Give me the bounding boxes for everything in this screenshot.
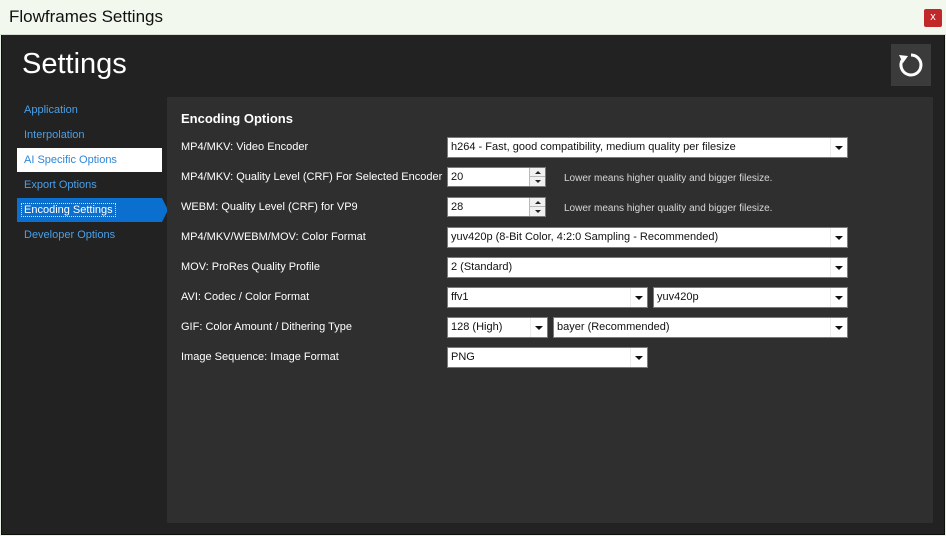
- avi-color-format-select[interactable]: yuv420p: [653, 287, 848, 308]
- color-format-select[interactable]: yuv420p (8-Bit Color, 4:2:0 Sampling - R…: [447, 227, 848, 248]
- video-encoder-label: MP4/MKV: Video Encoder: [181, 141, 309, 153]
- title-bar: Flowframes Settings x: [0, 0, 946, 35]
- gif-color-amount-select[interactable]: 128 (High): [447, 317, 548, 338]
- crf-value: 20: [451, 171, 464, 183]
- chevron-down-icon: [830, 138, 847, 157]
- stepper-down-icon[interactable]: [530, 177, 545, 186]
- avi-codec-select[interactable]: ffv1: [447, 287, 648, 308]
- chevron-down-icon: [630, 348, 647, 367]
- sidebar-item-export-options[interactable]: Export Options: [17, 173, 162, 197]
- crf-stepper[interactable]: 20: [447, 167, 546, 187]
- prores-profile-label: MOV: ProRes Quality Profile: [181, 261, 320, 273]
- image-format-select[interactable]: PNG: [447, 347, 648, 368]
- encoding-options-panel: Encoding Options MP4/MKV: Video Encoder …: [167, 97, 933, 523]
- sidebar-item-label: Developer Options: [24, 229, 116, 241]
- sidebar-item-developer-options[interactable]: Developer Options: [17, 223, 162, 247]
- chevron-down-icon: [830, 288, 847, 307]
- avi-codec-value: ffv1: [451, 291, 469, 303]
- gif-dithering-select[interactable]: bayer (Recommended): [553, 317, 848, 338]
- chevron-down-icon: [830, 228, 847, 247]
- close-button[interactable]: x: [924, 9, 942, 27]
- chevron-down-icon: [830, 258, 847, 277]
- crf-label: MP4/MKV: Quality Level (CRF) For Selecte…: [181, 171, 443, 183]
- image-format-value: PNG: [451, 351, 475, 363]
- stepper-down-icon[interactable]: [530, 207, 545, 216]
- vp9-crf-stepper[interactable]: 28: [447, 197, 546, 217]
- gif-dithering-value: bayer (Recommended): [557, 321, 670, 333]
- avi-color-format-value: yuv420p: [657, 291, 699, 303]
- settings-window: Settings Application Interpolation AI Sp…: [1, 35, 945, 535]
- chevron-down-icon: [830, 318, 847, 337]
- stepper-up-icon[interactable]: [530, 198, 545, 207]
- video-encoder-value: h264 - Fast, good compatibility, medium …: [451, 141, 736, 153]
- video-encoder-select[interactable]: h264 - Fast, good compatibility, medium …: [447, 137, 848, 158]
- sidebar-item-label: Interpolation: [24, 129, 85, 141]
- window-title: Flowframes Settings: [9, 7, 163, 26]
- sidebar-item-label: Export Options: [24, 179, 97, 191]
- vp9-crf-label: WEBM: Quality Level (CRF) for VP9: [181, 201, 358, 213]
- sidebar-item-application[interactable]: Application: [17, 98, 162, 122]
- prores-profile-value: 2 (Standard): [451, 261, 513, 273]
- avi-codec-label: AVI: Codec / Color Format: [181, 291, 310, 303]
- page-title: Settings: [22, 48, 127, 80]
- image-format-label: Image Sequence: Image Format: [181, 351, 339, 363]
- sidebar: Application Interpolation AI Specific Op…: [17, 98, 168, 528]
- vp9-crf-value: 28: [451, 201, 464, 213]
- gif-options-label: GIF: Color Amount / Dithering Type: [181, 321, 352, 333]
- vp9-crf-hint: Lower means higher quality and bigger fi…: [564, 203, 773, 214]
- crf-hint: Lower means higher quality and bigger fi…: [564, 173, 773, 184]
- sidebar-item-label: AI Specific Options: [24, 154, 117, 166]
- section-title: Encoding Options: [181, 111, 293, 126]
- chevron-down-icon: [630, 288, 647, 307]
- prores-profile-select[interactable]: 2 (Standard): [447, 257, 848, 278]
- color-format-label: MP4/MKV/WEBM/MOV: Color Format: [181, 231, 366, 243]
- sidebar-item-label: Encoding Settings: [21, 203, 116, 217]
- reset-button[interactable]: [891, 44, 931, 86]
- gif-color-amount-value: 128 (High): [451, 321, 503, 333]
- color-format-value: yuv420p (8-Bit Color, 4:2:0 Sampling - R…: [451, 231, 719, 243]
- sidebar-item-encoding-settings[interactable]: Encoding Settings: [17, 198, 168, 222]
- reset-icon: [899, 53, 923, 77]
- sidebar-item-interpolation[interactable]: Interpolation: [17, 123, 162, 147]
- sidebar-item-label: Application: [24, 104, 78, 116]
- sidebar-item-ai-specific-options[interactable]: AI Specific Options: [17, 148, 162, 172]
- stepper-up-icon[interactable]: [530, 168, 545, 177]
- chevron-down-icon: [530, 318, 547, 337]
